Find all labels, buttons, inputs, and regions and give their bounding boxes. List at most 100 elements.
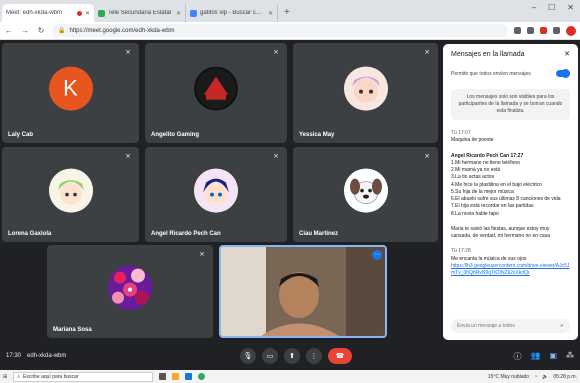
close-icon[interactable]: ✕ xyxy=(85,10,90,17)
message-line: 8.La novia hable tapo xyxy=(451,210,499,217)
close-icon[interactable]: ✕ xyxy=(268,10,273,17)
self-video-tile[interactable]: ⋯ xyxy=(219,245,387,338)
participant-tile[interactable]: ⨯ Mariana Sosa xyxy=(47,245,213,338)
message-line: Me encanta la música de sus ojos xyxy=(451,255,527,262)
tab-title: Meet: edh-xkda-wbm xyxy=(6,10,63,16)
chat-input[interactable]: Envía un mensaje a todos ➤ xyxy=(451,319,570,333)
info-icon[interactable]: ⓘ xyxy=(513,351,521,362)
mic-off-icon: ⨯ xyxy=(424,49,430,56)
chat-title: Mensajes en la llamada xyxy=(451,50,525,58)
tab-telesecundaria[interactable]: Tele Secundaria Estatal ✕ xyxy=(94,4,186,22)
tab-meet[interactable]: Meet: edh-xkda-wbm ✕ xyxy=(2,4,94,22)
mic-off-icon: ⨯ xyxy=(199,251,205,258)
close-icon[interactable]: ✕ xyxy=(564,50,570,58)
chat-panel: Mensajes en la llamada ✕ Permitir que to… xyxy=(443,44,578,340)
chat-notice: Los mensajes solo son visibles para los … xyxy=(451,89,570,120)
store-icon[interactable] xyxy=(185,373,193,380)
more-vert-icon: ⋮ xyxy=(310,353,318,360)
anime-green-icon xyxy=(48,168,93,213)
chat-header: Mensajes en la llamada ✕ xyxy=(443,44,578,64)
reload-icon[interactable]: ↻ xyxy=(36,26,46,35)
mic-button[interactable]: 🎙 xyxy=(240,348,256,364)
participant-name: Yessica May xyxy=(299,132,335,138)
right-controls: ⓘ 👥 ▣ ⁂ xyxy=(513,351,574,362)
chat-message: Maria te salvó las fiestas, aunque estoy… xyxy=(443,222,578,245)
volume-icon[interactable]: 🔈 xyxy=(542,374,548,380)
meeting-code: edh-xkda-wbm xyxy=(27,353,67,359)
allow-messages-toggle[interactable] xyxy=(556,69,570,78)
participant-tile[interactable]: ⨯ Angelito Gaming xyxy=(145,43,287,143)
minimize-icon[interactable]: – xyxy=(532,3,536,12)
maximize-icon[interactable]: ☐ xyxy=(548,3,555,12)
camera-icon[interactable] xyxy=(514,27,521,34)
back-icon[interactable]: ← xyxy=(4,26,14,35)
chrome-icon[interactable] xyxy=(198,373,206,380)
taskbar-search[interactable]: ⌕ Escribe aquí para buscar xyxy=(13,371,154,382)
leave-call-button[interactable]: ☎ xyxy=(328,348,352,364)
more-options-button[interactable]: ⋮ xyxy=(306,348,322,364)
message-line: Maquina de poeste xyxy=(451,137,494,144)
participant-tile[interactable]: ⨯ Lorena Gaxiola xyxy=(2,147,139,242)
dog-icon xyxy=(343,168,388,213)
camera-button[interactable]: ▭ xyxy=(262,348,278,364)
allow-messages-row: Permitir que todos envíen mensajes xyxy=(443,64,578,83)
mic-off-icon: ⨯ xyxy=(125,49,131,56)
message-line: 1.Mi hermano no tiene teléfono xyxy=(451,159,520,166)
activities-icon[interactable]: ⁂ xyxy=(566,351,574,362)
wifi-icon[interactable]: ◔ xyxy=(534,374,537,380)
puzzle-icon[interactable] xyxy=(553,27,560,34)
recording-icon xyxy=(76,10,82,16)
chat-message: Angel Ricardo Pech Can 17:27 1.Mi herman… xyxy=(443,149,578,222)
address-bar: ← → ↻ 🔒 https://meet.google.com/edh-xkda… xyxy=(0,22,580,40)
mic-off-icon: ⨯ xyxy=(273,153,279,160)
windows-start-icon[interactable]: ⊞ xyxy=(3,374,7,380)
message-author: Angel Ricardo Pech Can 17:27 xyxy=(451,152,524,159)
flowers-icon xyxy=(108,265,152,310)
message-line: 3.La tio actas actos xyxy=(451,174,495,181)
close-icon[interactable]: ✕ xyxy=(176,10,181,17)
present-button[interactable]: ⬆ xyxy=(284,348,300,364)
chat-icon[interactable]: ▣ xyxy=(549,351,557,362)
message-link[interactable]: https://lh3.googleusercontent.com/drive-… xyxy=(451,263,570,278)
extension-icon[interactable] xyxy=(540,27,547,34)
url-input[interactable]: 🔒 https://meet.google.com/edh-xkda-wbm xyxy=(52,24,508,37)
mic-off-icon: ⨯ xyxy=(424,153,430,160)
meeting-time: 17:30 xyxy=(6,353,22,359)
message-author: Tú 17:07 xyxy=(451,130,471,136)
tab-title: Tele Secundaria Estatal xyxy=(108,10,172,16)
task-view-icon[interactable] xyxy=(159,373,167,380)
hang-up-icon: ☎ xyxy=(335,353,345,360)
new-tab-button[interactable]: + xyxy=(278,4,296,22)
present-icon: ⬆ xyxy=(289,353,295,360)
people-icon[interactable]: 👥 xyxy=(530,351,540,362)
participant-name: Angelito Gaming xyxy=(151,132,199,138)
participant-tile[interactable]: ⨯ Angel Ricardo Pech Can xyxy=(145,147,287,242)
message-line: 6.El abuelo sufre sus últimas 8 cancione… xyxy=(451,196,561,202)
forward-icon[interactable]: → xyxy=(20,26,30,35)
message-line: 7.El hija está recordar en las partidas xyxy=(451,203,534,210)
taskbar: ⊞ ⌕ Escribe aquí para buscar 15°C Muy nu… xyxy=(0,370,580,383)
participant-name: Mariana Sosa xyxy=(53,327,92,333)
participant-tile[interactable]: ⨯ K Laly Cab xyxy=(2,43,139,143)
toggle-label: Permitir que todos envíen mensajes xyxy=(451,70,531,77)
more-options-icon[interactable]: ⋯ xyxy=(372,250,382,260)
send-icon[interactable]: ➤ xyxy=(560,323,564,329)
google-icon xyxy=(190,9,197,17)
tab-google-search[interactable]: gatitos vip - Buscar con Google ✕ xyxy=(186,4,278,22)
participant-name: Angel Ricardo Pech Can xyxy=(151,231,221,237)
participant-tile[interactable]: ⨯ Yessica May xyxy=(293,43,438,143)
avatar xyxy=(343,168,388,213)
star-icon[interactable] xyxy=(527,27,534,34)
self-video-icon xyxy=(221,247,385,336)
close-window-icon[interactable]: ✕ xyxy=(567,3,574,12)
message-line: 5.Su hija de la mejor música xyxy=(451,188,514,195)
anime-blue-icon xyxy=(194,168,238,213)
participant-tile[interactable]: ⨯ Ciau Martinez xyxy=(293,147,438,242)
chat-message: Tú 17:07 Maquina de poeste xyxy=(443,126,578,149)
camera-icon: ▭ xyxy=(266,353,274,360)
clock-text: 05:28 p.m. xyxy=(553,373,577,380)
profile-avatar[interactable] xyxy=(566,25,576,36)
file-explorer-icon[interactable] xyxy=(172,373,180,380)
favicon-icon xyxy=(98,9,105,17)
participant-name: Ciau Martinez xyxy=(299,231,339,237)
